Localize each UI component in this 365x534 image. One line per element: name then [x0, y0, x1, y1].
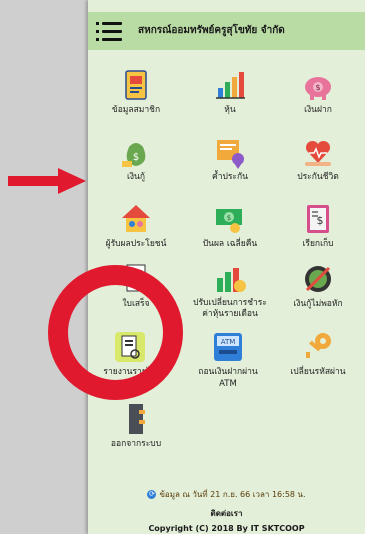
atm-icon: ATM [211, 330, 245, 364]
billing-receipt-icon: $ [301, 202, 335, 236]
menu-atm-withdraw[interactable]: ATM ถอนเงินฝากผ่าน ATM [188, 330, 268, 390]
menu-shares[interactable]: หุ้น [190, 68, 270, 116]
copyright: Copyright (C) 2018 By IT SKTCOOP [148, 524, 305, 533]
change-password-key-icon [301, 330, 335, 364]
menu-label-line1: ถอนเงินฝากผ่าน [198, 367, 258, 377]
annotation-circle [48, 265, 183, 400]
menu-label: เรียกเก็บ [302, 239, 334, 249]
menu-label-line1: ปรับเปลี่ยนการชำระ [193, 298, 267, 308]
menu-label: ผู้รับผลประโยชน์ [105, 239, 167, 249]
menu-life-insurance[interactable]: ประกันชีวิต [278, 135, 358, 183]
guarantee-certificate-icon [213, 135, 247, 169]
piggy-bank-icon: $ [301, 68, 335, 102]
life-insurance-icon [301, 135, 335, 169]
clock-icon: ⟳ [147, 490, 157, 499]
svg-text:$: $ [227, 214, 231, 222]
menu-label-line2: ATM [219, 379, 237, 389]
menu-label: ปันผล เฉลี่ยคืน [202, 239, 258, 249]
member-card-icon [119, 68, 153, 102]
menu-logout[interactable]: ออกจากระบบ [96, 402, 176, 450]
menu-label: เงินกู้ [126, 172, 145, 182]
menu-label: เงินกู้ไม่พอหัก [293, 299, 343, 309]
menu-change-password[interactable]: เปลี่ยนรหัสผ่าน [278, 330, 358, 378]
menu-label: เงินฝาก [304, 105, 332, 115]
money-bag-icon: $ [119, 135, 153, 169]
menu-deposit[interactable]: $ เงินฝาก [278, 68, 358, 116]
last-updated: ⟳ ข้อมูล ณ วันที่ 21 ก.ย. 66 เวลา 16:58 น… [147, 490, 306, 499]
dividend-money-icon: $ [213, 202, 247, 236]
menu-change-payment[interactable]: ปรับเปลี่ยนการชำระ ค่าหุ้นรายเดือน [184, 262, 276, 320]
share-chart-icon [213, 68, 247, 102]
menu-billing[interactable]: $ เรียกเก็บ [278, 202, 358, 250]
menu-hamburger-icon[interactable] [96, 20, 122, 42]
svg-text:$: $ [133, 152, 139, 163]
menu-label-line2: ค่าหุ้นรายเดือน [202, 309, 258, 319]
menu-loan[interactable]: $ เงินกู้ [96, 135, 176, 183]
annotation-arrow [8, 168, 86, 194]
menu-label: ค้ำประกัน [212, 172, 248, 182]
menu-loan-insufficient[interactable]: เงินกู้ไม่พอหัก [278, 262, 358, 310]
logout-door-icon [119, 402, 153, 436]
menu-label: ออกจากระบบ [110, 439, 162, 449]
contact-link[interactable]: ติดต่อเรา [88, 507, 365, 520]
menu-dividend[interactable]: $ ปันผล เฉลี่ยคืน [190, 202, 270, 250]
menu-beneficiary[interactable]: ผู้รับผลประโยชน์ [96, 202, 176, 250]
menu-guarantee[interactable]: ค้ำประกัน [190, 135, 270, 183]
change-payment-icon [213, 262, 247, 296]
menu-label: ประกันชีวิต [297, 172, 339, 182]
menu-label: เปลี่ยนรหัสผ่าน [290, 367, 346, 377]
svg-text:ATM: ATM [221, 338, 236, 346]
menu-label: ข้อมูลสมาชิก [111, 105, 161, 115]
svg-text:$: $ [315, 83, 320, 92]
footer: ⟳ ข้อมูล ณ วันที่ 21 ก.ย. 66 เวลา 16:58 น… [88, 488, 365, 533]
app-title: สหกรณ์ออมทรัพย์ครูสุโขทัย จำกัด [138, 25, 285, 36]
loan-insufficient-icon [301, 262, 335, 296]
menu-member-info[interactable]: ข้อมูลสมาชิก [96, 68, 176, 116]
top-bar: สหกรณ์ออมทรัพย์ครูสุโขทัย จำกัด [88, 12, 365, 50]
menu-label: หุ้น [224, 105, 236, 115]
beneficiary-house-icon [119, 202, 153, 236]
